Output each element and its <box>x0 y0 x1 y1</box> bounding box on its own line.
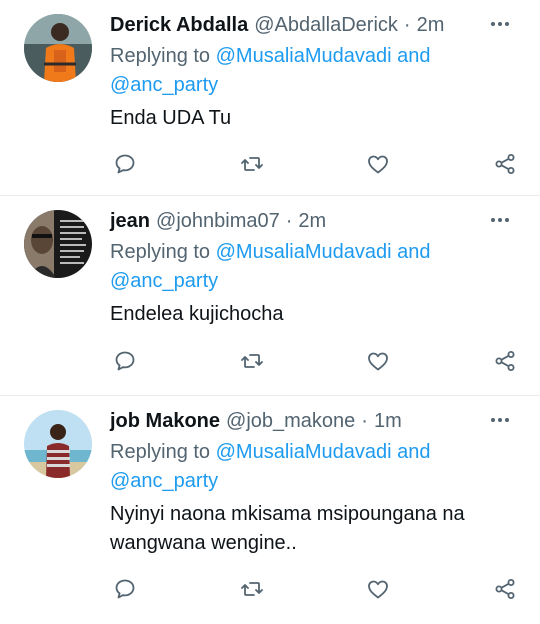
retweet-button[interactable] <box>237 149 267 179</box>
tweet-text: Enda UDA Tu <box>110 107 232 129</box>
reply-icon <box>115 351 135 371</box>
avatar-portrait-quote-image <box>24 210 92 278</box>
mention-link[interactable]: @MusaliaMudavadi <box>216 241 392 263</box>
retweet-button[interactable] <box>237 346 267 376</box>
reply-button[interactable] <box>110 574 140 604</box>
user-handle[interactable]: @job_makone <box>226 406 355 436</box>
retweet-icon <box>240 354 263 368</box>
separator-dot: · <box>361 410 368 432</box>
avatar[interactable] <box>24 14 92 82</box>
retweet-icon <box>240 582 263 596</box>
timestamp[interactable]: 2m <box>298 206 326 236</box>
share-button[interactable] <box>490 346 520 376</box>
reply-button[interactable] <box>110 346 140 376</box>
tweet-header: jean @johnbima07 · 2m <box>110 206 520 236</box>
timestamp[interactable]: 1m <box>374 406 402 436</box>
like-icon <box>368 155 389 174</box>
avatar[interactable] <box>24 410 92 478</box>
tweet-actions <box>110 346 520 376</box>
user-handle[interactable]: @johnbima07 <box>156 206 280 236</box>
reply-icon <box>115 579 135 599</box>
mention-link[interactable]: @MusaliaMudavadi <box>216 441 392 463</box>
mention-link[interactable]: @MusaliaMudavadi <box>216 45 392 67</box>
replying-to-label: Replying to <box>110 45 211 67</box>
more-icon <box>491 218 509 222</box>
tweet-text: Nyinyi naona mkisama msipoungana na wang… <box>110 503 465 554</box>
reply-icon <box>115 154 135 174</box>
more-options-button[interactable] <box>486 10 514 38</box>
replying-and[interactable]: and <box>397 45 430 67</box>
tweet[interactable]: Derick Abdalla @AbdallaDerick · 2m Reply… <box>0 0 540 196</box>
tweet-header: Derick Abdalla @AbdallaDerick · 2m <box>110 10 520 40</box>
mention-link[interactable]: @anc_party <box>110 270 218 292</box>
share-icon <box>495 351 515 371</box>
replying-to-label: Replying to <box>110 441 211 463</box>
avatar-orange-lifejacket-image <box>24 14 92 82</box>
tweet-actions <box>110 574 520 604</box>
display-name[interactable]: Derick Abdalla <box>110 10 248 40</box>
mention-link[interactable]: @anc_party <box>110 74 218 96</box>
display-name[interactable]: job Makone <box>110 406 220 436</box>
more-options-button[interactable] <box>486 406 514 434</box>
avatar[interactable] <box>24 210 92 278</box>
tweet-feed: Derick Abdalla @AbdallaDerick · 2m Reply… <box>0 0 540 624</box>
replying-to: Replying to @MusaliaMudavadi and @anc_pa… <box>110 42 520 100</box>
like-button[interactable] <box>363 346 393 376</box>
reply-button[interactable] <box>110 149 140 179</box>
share-icon <box>495 154 515 174</box>
share-button[interactable] <box>490 149 520 179</box>
separator-dot: · <box>285 210 293 232</box>
user-handle[interactable]: @AbdallaDerick <box>254 10 398 40</box>
separator-dot: · <box>403 14 411 36</box>
mention-link[interactable]: @anc_party <box>110 470 218 492</box>
tweet-header: job Makone @job_makone · 1m <box>110 406 520 436</box>
retweet-button[interactable] <box>237 574 267 604</box>
display-name[interactable]: jean <box>110 206 150 236</box>
like-button[interactable] <box>363 574 393 604</box>
avatar-beach-person-image <box>24 410 92 478</box>
replying-and[interactable]: and <box>397 441 430 463</box>
share-button[interactable] <box>490 574 520 604</box>
more-options-button[interactable] <box>486 206 514 234</box>
share-icon <box>495 579 515 599</box>
replying-to: Replying to @MusaliaMudavadi and @anc_pa… <box>110 238 520 296</box>
tweet[interactable]: jean @johnbima07 · 2m Replying to @Musal… <box>0 196 540 396</box>
replying-to-label: Replying to <box>110 241 211 263</box>
like-icon <box>368 352 389 371</box>
replying-and[interactable]: and <box>397 241 430 263</box>
retweet-icon <box>240 157 263 171</box>
replying-to: Replying to @MusaliaMudavadi and @anc_pa… <box>110 438 520 496</box>
tweet-text: Endelea kujichocha <box>110 303 284 325</box>
timestamp[interactable]: 2m <box>417 10 445 40</box>
more-icon <box>491 418 509 422</box>
like-button[interactable] <box>363 149 393 179</box>
more-icon <box>491 22 509 26</box>
like-icon <box>368 580 389 599</box>
tweet[interactable]: job Makone @job_makone · 1m Replying to … <box>0 396 540 624</box>
tweet-actions <box>110 149 520 179</box>
